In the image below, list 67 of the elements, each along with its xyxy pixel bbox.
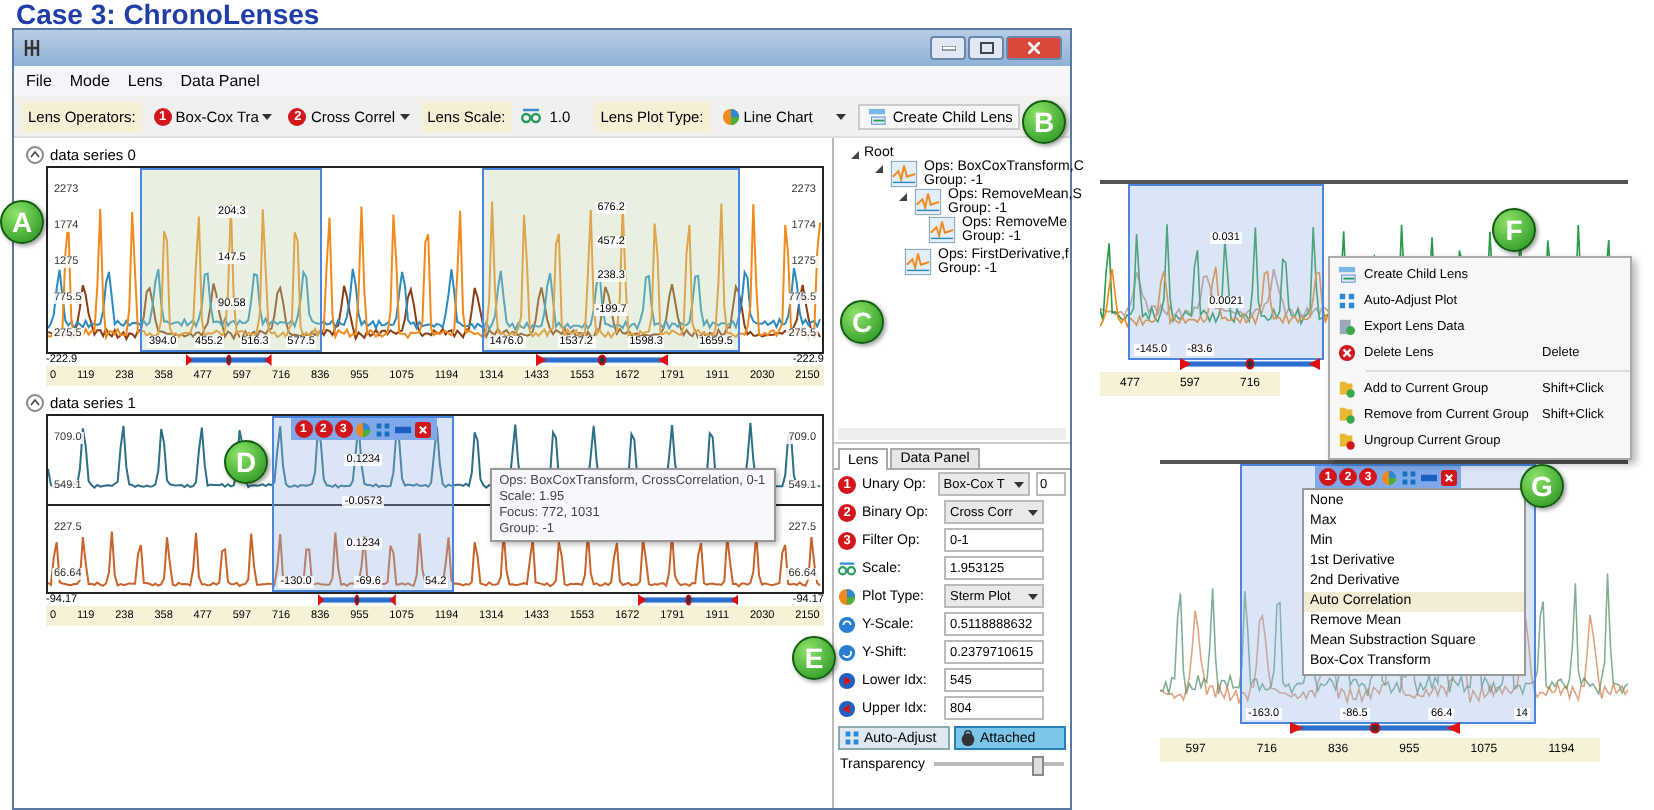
lens-range-handle[interactable] — [536, 354, 669, 366]
menu-item[interactable]: Data Panel — [180, 72, 260, 90]
minus-icon — [395, 421, 412, 437]
caret-icon — [1014, 481, 1025, 487]
close-icon — [1440, 469, 1456, 485]
grid-icon — [1400, 469, 1416, 485]
callout-badge: A — [0, 200, 44, 244]
lens-range-handle[interactable] — [1180, 358, 1320, 370]
lens-range-handle[interactable] — [1290, 722, 1460, 734]
expand-arrow-icon[interactable] — [850, 150, 860, 160]
menu-item[interactable]: File — [26, 72, 52, 90]
line-chart-icon — [888, 160, 920, 188]
menu-item[interactable]: Mode — [69, 72, 110, 90]
close-lens-button[interactable] — [1439, 468, 1457, 486]
grid-icon — [1338, 292, 1356, 310]
lens-icon — [866, 107, 889, 125]
folder-icon — [1338, 406, 1356, 424]
pie-chart-icon — [1380, 469, 1396, 485]
glasses-icon — [519, 106, 542, 126]
export-icon — [1338, 318, 1356, 336]
pie-chart-icon — [721, 107, 740, 125]
app-icon — [22, 38, 42, 58]
collapse-toggle[interactable] — [26, 393, 44, 411]
line-chart-icon — [912, 188, 944, 216]
delete-icon — [1338, 344, 1356, 362]
folder-icon — [1338, 380, 1356, 398]
lock-icon — [960, 730, 976, 746]
caret-icon — [836, 113, 847, 119]
expand-arrow-icon[interactable] — [898, 192, 908, 202]
minimize-icon — [941, 45, 955, 51]
expand-arrow-icon[interactable] — [874, 164, 884, 174]
line-chart-icon — [926, 216, 958, 244]
line-chart-icon — [902, 248, 934, 276]
lens-range-handle[interactable] — [318, 594, 397, 606]
play-triangle-icon — [838, 671, 856, 689]
caret-icon — [1028, 593, 1038, 599]
grid-icon — [844, 730, 860, 746]
lens-range-handle[interactable] — [186, 354, 272, 366]
collapse-toggle[interactable] — [26, 145, 44, 163]
lens-icon — [1338, 266, 1356, 284]
close-icon — [1028, 42, 1040, 54]
folder-icon — [1338, 432, 1356, 450]
caret-icon — [1028, 509, 1038, 515]
maximize-icon — [979, 42, 993, 54]
caret-icon — [399, 113, 410, 119]
callout-badge: G — [1520, 464, 1564, 508]
close-button[interactable] — [1006, 36, 1062, 60]
maximize-button[interactable] — [968, 36, 1004, 60]
glasses-icon — [838, 559, 856, 577]
caret-icon — [262, 113, 273, 119]
close-lens-button[interactable] — [414, 420, 433, 438]
callout-badge: F — [1492, 208, 1536, 252]
minus-icon — [1420, 469, 1436, 485]
horizontal-scrollbar[interactable] — [838, 428, 1066, 440]
lens-range-handle[interactable] — [637, 594, 739, 606]
minimize-button[interactable] — [930, 36, 966, 60]
chevron-icon — [30, 398, 40, 406]
pie-chart-icon — [838, 587, 856, 605]
grid-icon — [375, 421, 392, 437]
slider-thumb[interactable] — [1031, 756, 1044, 776]
chevron-icon — [30, 150, 40, 158]
circle-arrow-icon — [838, 643, 856, 661]
menu-item[interactable]: Lens — [127, 72, 163, 90]
back-triangle-icon — [838, 699, 856, 717]
close-icon — [415, 421, 432, 437]
slide-title: Case 3: ChronoLenses — [14, 0, 322, 28]
pie-chart-icon — [355, 421, 372, 437]
